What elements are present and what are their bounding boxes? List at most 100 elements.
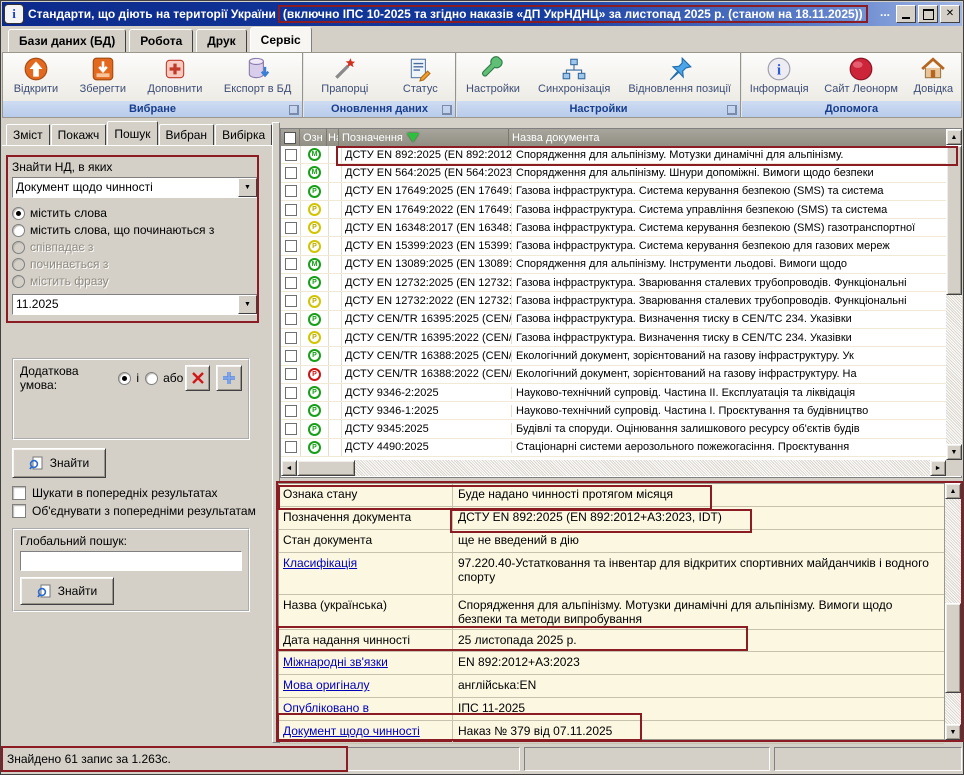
sync-button[interactable]: Синхронізація: [534, 55, 614, 96]
table-row[interactable]: РДСТУ CEN/TR 16395:2022 (CEN/TR 16:Газов…: [281, 329, 961, 347]
add-condition-button[interactable]: [216, 365, 242, 391]
row-checkbox[interactable]: [285, 277, 297, 289]
help-button[interactable]: Довідка: [910, 55, 958, 96]
column-header-designation[interactable]: Позначення: [339, 129, 509, 146]
restore-position-button[interactable]: Відновлення позиції: [624, 55, 735, 96]
table-row[interactable]: МДСТУ EN 13089:2025 (EN 13089:2011+Споря…: [281, 256, 961, 274]
row-checkbox[interactable]: [285, 350, 297, 362]
open-button[interactable]: Відкрити: [10, 55, 62, 96]
table-row[interactable]: РДСТУ EN 16348:2017 (EN 16348:2013,Газов…: [281, 219, 961, 237]
table-row[interactable]: РДСТУ EN 12732:2025 (EN 12732:2021,Газов…: [281, 274, 961, 292]
global-find-button[interactable]: Знайти: [20, 577, 114, 605]
row-checkbox[interactable]: [285, 441, 297, 453]
column-header-name[interactable]: Назва документа: [509, 129, 961, 146]
minimize-button[interactable]: [896, 5, 916, 23]
row-checkbox[interactable]: [285, 313, 297, 325]
details-label[interactable]: Міжнародні зв'язки: [279, 652, 453, 674]
condition-or-radio[interactable]: або: [145, 371, 183, 385]
table-row[interactable]: РДСТУ EN 15399:2023 (EN 15399:2018,Газов…: [281, 237, 961, 255]
table-vscroll-thumb[interactable]: [946, 145, 962, 295]
close-button[interactable]: ✕: [940, 5, 960, 23]
column-header-naz[interactable]: Наз: [327, 129, 339, 146]
table-row[interactable]: РДСТУ EN 17649:2022 (EN 17649:2022,Газов…: [281, 201, 961, 219]
sidebar-tab-contents[interactable]: Зміст: [6, 124, 50, 145]
remove-condition-button[interactable]: [185, 365, 209, 391]
table-hscroll-thumb[interactable]: [297, 460, 355, 476]
dialog-launcher-icon[interactable]: [727, 105, 737, 115]
tab-work[interactable]: Робота: [129, 29, 193, 52]
flags-button[interactable]: Прапорці: [317, 55, 372, 96]
search-field-combobox[interactable]: Документ щодо чинності ▼: [12, 177, 258, 198]
chevron-down-icon[interactable]: ▼: [238, 295, 257, 314]
status-button[interactable]: Статус: [399, 55, 442, 96]
table-row[interactable]: РДСТУ 9346-1:2025Науково-технічний супро…: [281, 402, 961, 420]
document-name-cell: Газова інфраструктура. Зварювання сталев…: [512, 277, 961, 289]
row-checkbox[interactable]: [285, 149, 297, 161]
sidebar-tab-search[interactable]: Пошук: [107, 121, 157, 145]
append-button[interactable]: Доповнити: [143, 55, 206, 96]
row-checkbox[interactable]: [285, 405, 297, 417]
table-row[interactable]: РДСТУ CEN/TR 16395:2025 (CEN/TR 16:Газов…: [281, 311, 961, 329]
tab-service[interactable]: Сервіс: [250, 27, 312, 52]
merge-previous-checkbox[interactable]: Об'єднувати з попередніми результатам: [12, 504, 266, 518]
condition-and-radio[interactable]: і: [118, 371, 139, 385]
column-header-status[interactable]: Озн: [300, 129, 327, 146]
table-row[interactable]: РДСТУ CEN/TR 16388:2025 (CEN/TR 16:Еколо…: [281, 347, 961, 365]
details-label[interactable]: Документ щодо чинності: [279, 721, 453, 743]
row-checkbox[interactable]: [285, 185, 297, 197]
sidebar-tab-selection[interactable]: Вибірка: [215, 124, 272, 145]
row-checkbox[interactable]: [285, 423, 297, 435]
table-row[interactable]: МДСТУ EN 892:2025 (EN 892:2012+А3:20Спор…: [281, 146, 961, 164]
row-checkbox[interactable]: [285, 295, 297, 307]
details-label[interactable]: Мова оригіналу: [279, 675, 453, 697]
search-previous-checkbox[interactable]: Шукати в попередніх результатах: [12, 486, 266, 500]
scroll-left-icon[interactable]: ◄: [281, 460, 297, 476]
scroll-right-icon[interactable]: ►: [930, 460, 946, 476]
scroll-down-icon[interactable]: ▼: [946, 444, 962, 460]
designation-cell: ДСТУ CEN/TR 16388:2025 (CEN/TR 16:: [342, 350, 512, 362]
table-row[interactable]: РДСТУ 9346-2:2025Науково-технічний супро…: [281, 384, 961, 402]
scroll-up-icon[interactable]: ▲: [946, 129, 962, 145]
scroll-up-icon[interactable]: ▲: [945, 483, 961, 499]
document-name-cell: Екологічний документ, зорієнтований на г…: [512, 350, 961, 362]
table-header: Озн Наз Позначення Назва документа: [281, 129, 961, 146]
sidebar-tab-selected[interactable]: Вибран: [159, 124, 215, 145]
maximize-button[interactable]: [918, 5, 938, 23]
details-label[interactable]: Класифікація: [279, 553, 453, 594]
table-row[interactable]: РДСТУ CEN/TR 16388:2022 (CEN/TR 16:Еколо…: [281, 366, 961, 384]
tab-print[interactable]: Друк: [196, 29, 246, 52]
global-search-input[interactable]: [20, 551, 242, 571]
select-all-checkbox[interactable]: [281, 129, 300, 146]
row-checkbox[interactable]: [285, 240, 297, 252]
details-label[interactable]: Опубліковано в: [279, 698, 453, 720]
export-db-button[interactable]: Експорт в БД: [220, 55, 295, 96]
row-checkbox[interactable]: [285, 204, 297, 216]
match-mode-radio[interactable]: містить слова, що починаються з: [12, 223, 258, 237]
table-row[interactable]: МДСТУ EN 564:2025 (EN 564:2023, IDT)Спор…: [281, 164, 961, 182]
row-checkbox[interactable]: [285, 332, 297, 344]
table-row[interactable]: РДСТУ 4490:2025Стаціонарні системи аероз…: [281, 439, 961, 457]
row-checkbox[interactable]: [285, 258, 297, 270]
table-row[interactable]: РДСТУ EN 17649:2025 (EN 17649:2022,Газов…: [281, 183, 961, 201]
site-leonorm-button[interactable]: Сайт Леонорм: [820, 55, 902, 96]
row-checkbox[interactable]: [285, 368, 297, 380]
table-row[interactable]: РДСТУ EN 12732:2022 (EN 12732:2021,Газов…: [281, 292, 961, 310]
details-vscroll-thumb[interactable]: [945, 603, 961, 693]
dialog-launcher-icon[interactable]: [289, 105, 299, 115]
table-hscrollbar[interactable]: [281, 460, 946, 476]
sidebar-tab-index[interactable]: Покажч: [51, 124, 107, 145]
information-button[interactable]: i Інформація: [746, 55, 813, 96]
row-checkbox[interactable]: [285, 167, 297, 179]
table-row[interactable]: РДСТУ 9345:2025Будівлі та споруди. Оціню…: [281, 420, 961, 438]
save-button[interactable]: Зберегти: [76, 55, 130, 96]
settings-button[interactable]: Настройки: [462, 55, 524, 96]
dialog-launcher-icon[interactable]: [442, 105, 452, 115]
chevron-down-icon[interactable]: ▼: [238, 178, 257, 197]
period-combobox[interactable]: 11.2025 ▼: [12, 294, 258, 315]
row-checkbox[interactable]: [285, 222, 297, 234]
match-mode-radio[interactable]: містить слова: [12, 206, 258, 220]
tab-databases[interactable]: Бази даних (БД): [8, 29, 126, 52]
row-checkbox[interactable]: [285, 387, 297, 399]
scroll-down-icon[interactable]: ▼: [945, 724, 961, 740]
find-button[interactable]: Знайти: [12, 448, 106, 478]
